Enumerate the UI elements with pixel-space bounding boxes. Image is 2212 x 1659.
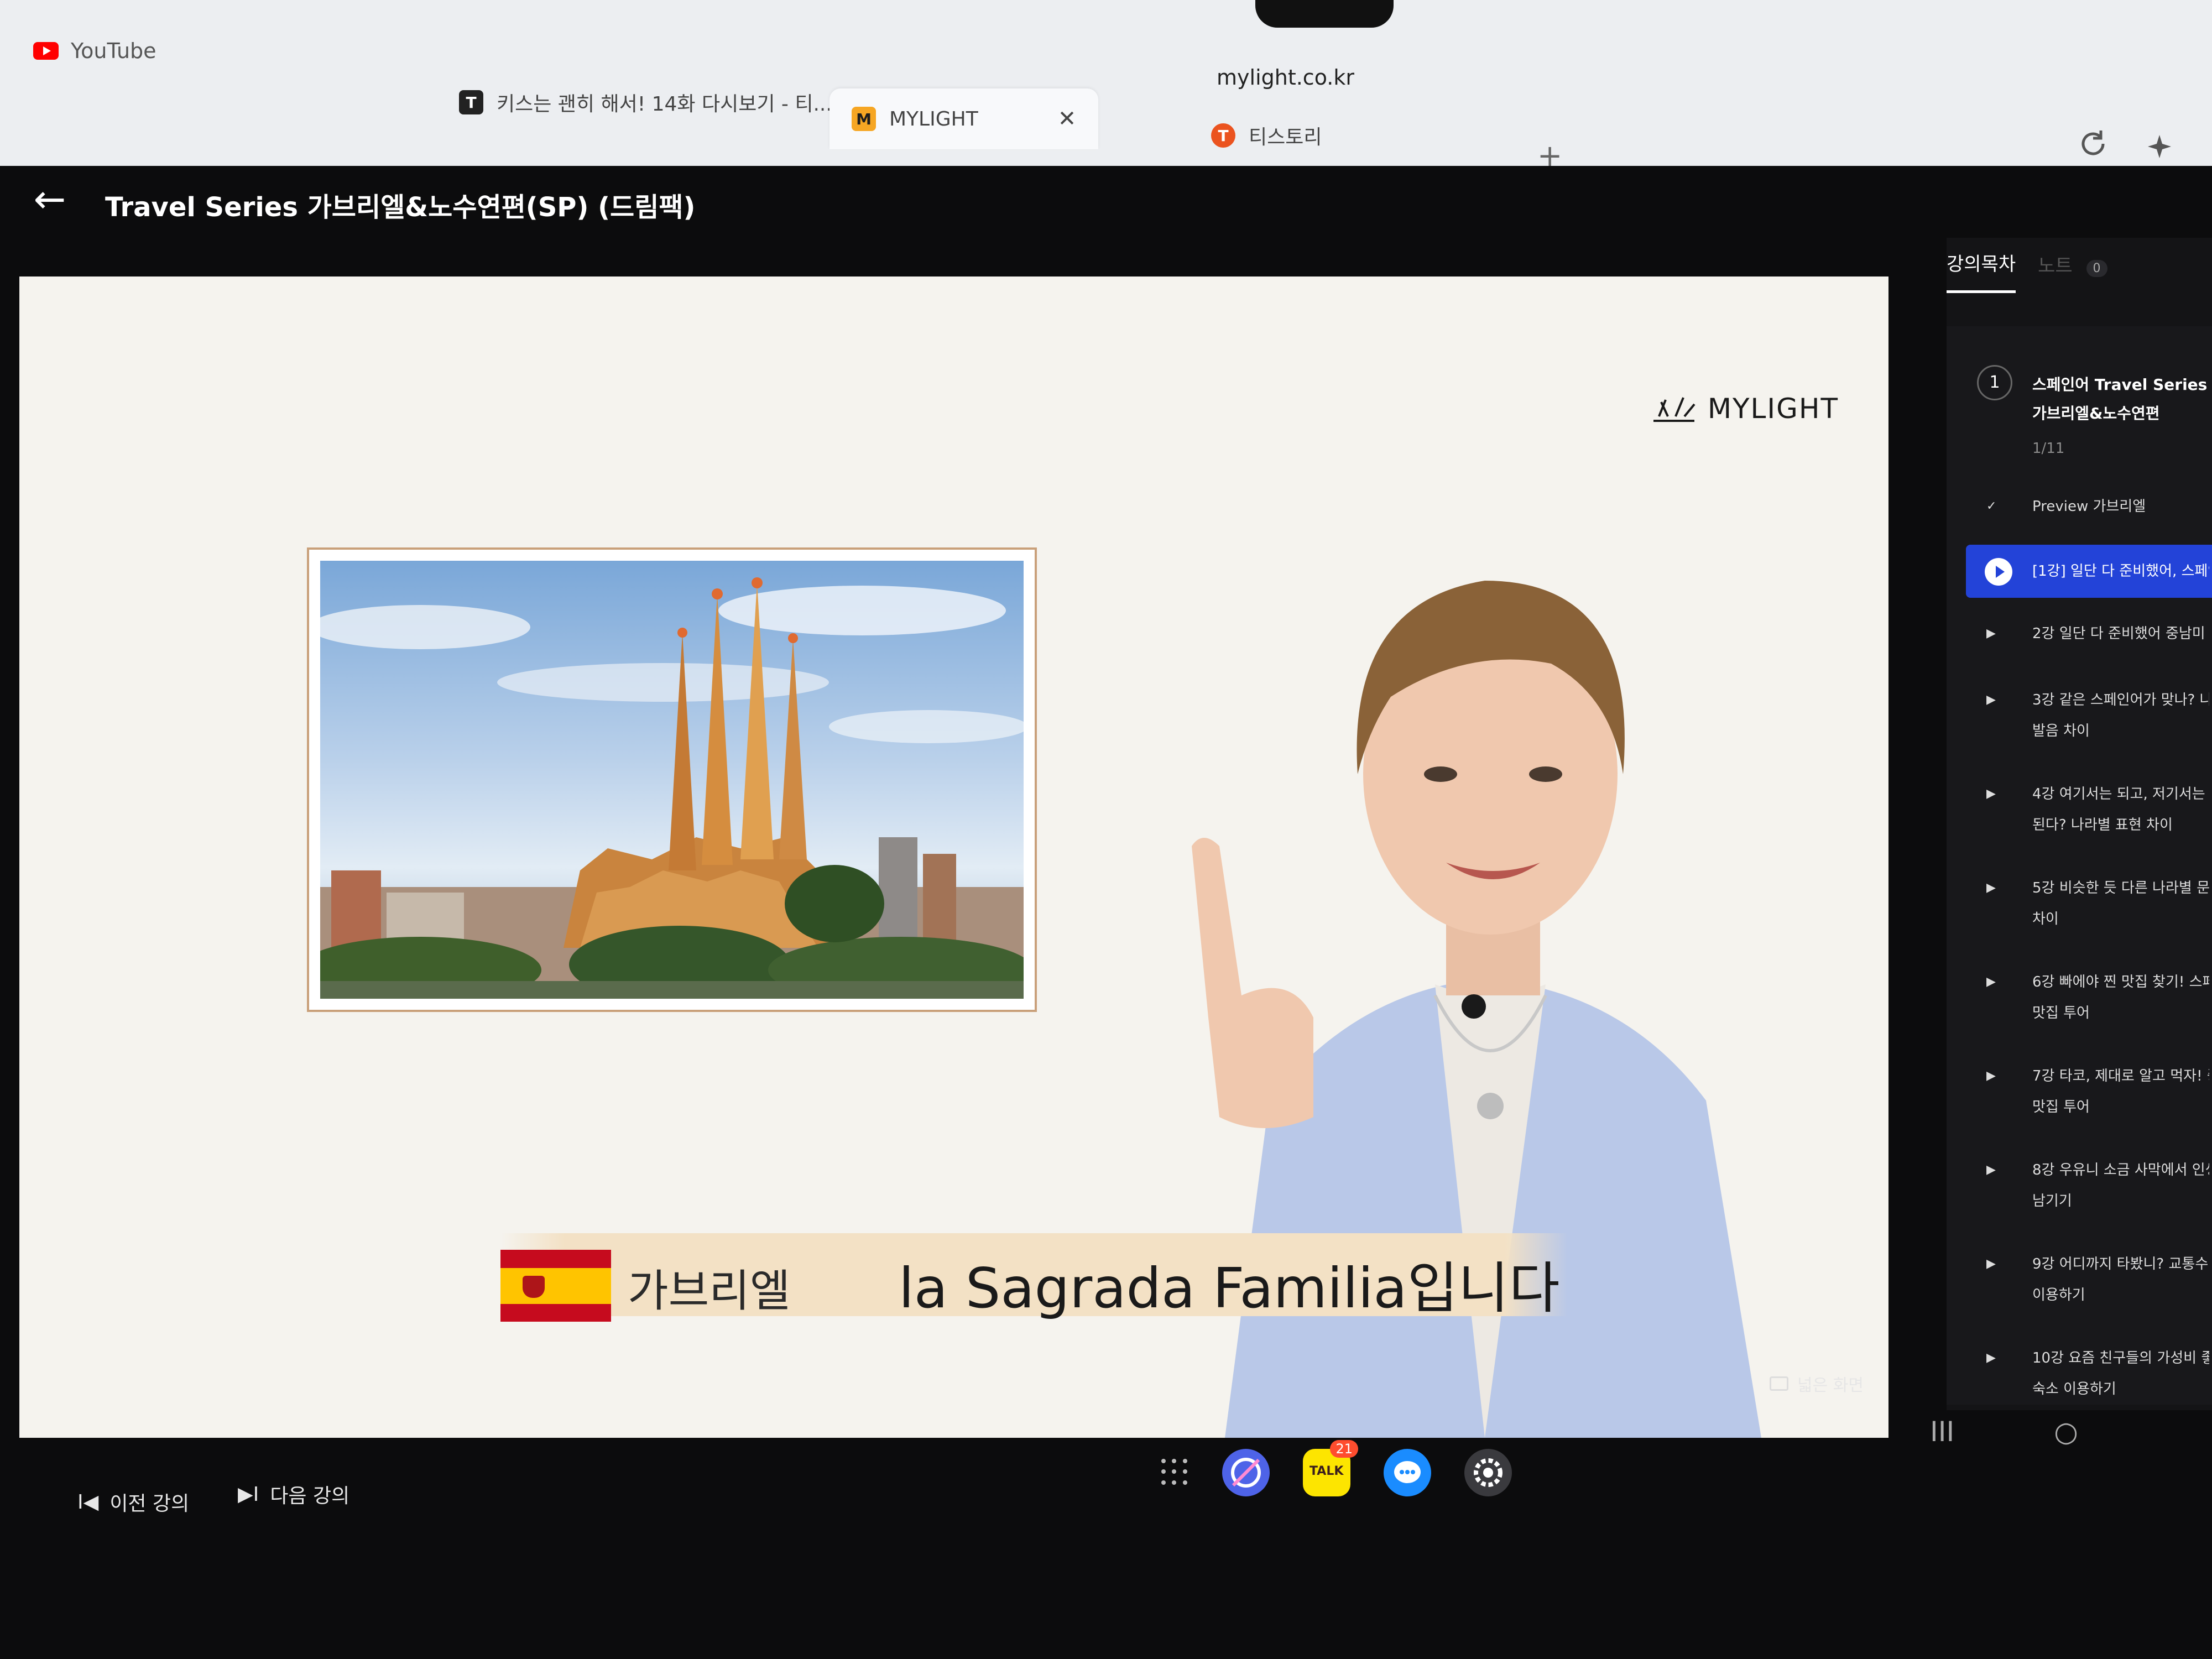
lesson-title: [1강] 일단 다 준비했어, 스페인으로 출발!: [2032, 563, 2209, 580]
check-icon: ✓: [1986, 499, 1997, 513]
subtitle-caption: 가브리엘 la Sagrada Familia입니다: [500, 1233, 1568, 1322]
spain-flag-icon: [500, 1250, 611, 1322]
mylight-logo: MYLIGHT: [1651, 393, 1839, 425]
play-arrow-icon: ▶: [1986, 881, 1996, 895]
play-icon: [1985, 558, 2012, 586]
previous-lesson-label: 이전 강의: [109, 1493, 190, 1515]
sagrada-familia-image: [320, 577, 1024, 999]
lesson-title: 2강 일단 다 준비했어 중남미 편: [2032, 625, 2209, 642]
lesson-title-line2: 이용하기: [2032, 1287, 2085, 1303]
lesson-title-line2: 된다? 나라별 표현 차이: [2032, 817, 2173, 833]
previous-lesson-button[interactable]: I◀ 이전 강의: [77, 1488, 189, 1516]
caption-speaker-name: 가브리엘: [628, 1265, 791, 1317]
section-title[interactable]: 스페인어 Travel Series 가브리엘&노수연편: [2032, 371, 2212, 428]
sparkle-icon[interactable]: [2146, 133, 2173, 160]
tistory-favicon-icon: T: [1211, 123, 1235, 148]
previous-icon: I◀: [77, 1490, 99, 1514]
lesson-title-line2: 차이: [2032, 911, 2059, 927]
notes-count-badge: 0: [2086, 259, 2107, 277]
youtube-icon: [33, 42, 59, 60]
play-arrow-icon: ▶: [1986, 1069, 1996, 1083]
tab-mylight[interactable]: M MYLIGHT ✕: [830, 88, 1099, 149]
next-icon: ▶I: [238, 1483, 259, 1506]
tab-notes-label: 노트: [2038, 254, 2073, 277]
internet-browser-icon[interactable]: [1222, 1449, 1270, 1496]
section-progress: 1/11: [2032, 440, 2065, 457]
tab-label: 키스는 괜히 해서! 14화 다시보기 - 티...: [497, 93, 832, 116]
video-player[interactable]: MYLIGHT 가브리엘 la Sagrada Familia입니다: [19, 276, 1888, 1438]
lesson-title: 4강 여기서는 되고, 저기서는 안: [2032, 786, 2209, 802]
logo-text: MYLIGHT: [1707, 393, 1839, 425]
widescreen-icon: [1770, 1376, 1788, 1391]
camera-notch: [1255, 0, 1394, 28]
back-arrow-icon[interactable]: ←: [28, 177, 72, 221]
sidebar-tabs: 강의목차 노트 0: [1947, 249, 2107, 293]
lesson-title: 9강 어디까지 타봤니? 교통수단: [2032, 1256, 2209, 1272]
sagrada-familia-photo: [307, 547, 1037, 1012]
lesson-title: 10강 요즘 친구들의 가성비 좋은: [2032, 1350, 2209, 1366]
close-tab-icon[interactable]: ✕: [1058, 106, 1077, 132]
lesson-title: 5강 비슷한 듯 다른 나라별 문화: [2032, 880, 2209, 896]
tab-label: 티스토리: [1249, 126, 1322, 149]
play-arrow-icon: ▶: [1986, 1351, 1996, 1365]
lesson-item-active[interactable]: [1강] 일단 다 준비했어, 스페인으로 출발!: [1966, 545, 2212, 598]
taskbar-dock: TALK 21: [1161, 1440, 1512, 1496]
course-title: Travel Series 가브리엘&노수연편(SP) (드림팩): [105, 192, 696, 223]
lesson-title-line2: 숙소 이용하기: [2032, 1381, 2116, 1397]
play-arrow-icon: ▶: [1986, 627, 1996, 640]
bookmark-youtube[interactable]: YouTube: [33, 39, 156, 63]
lesson-title: Preview 가브리엘: [2032, 498, 2146, 515]
kakaotalk-label: TALK: [1310, 1464, 1344, 1478]
mylight-logo-icon: [1653, 397, 1695, 422]
new-tab-button[interactable]: +: [1537, 138, 1562, 173]
reload-icon[interactable]: [2077, 127, 2110, 160]
lesson-title: 3강 같은 스페인어가 맞나? 나라별: [2032, 692, 2209, 708]
play-arrow-icon: ▶: [1986, 1257, 1996, 1271]
next-lesson-button[interactable]: ▶I 다음 강의: [238, 1480, 349, 1509]
lesson-title-line2: 발음 차이: [2032, 723, 2090, 739]
play-arrow-icon: ▶: [1986, 1163, 1996, 1177]
bookmark-label: YouTube: [71, 39, 156, 63]
home-button[interactable]: ○: [2054, 1416, 2078, 1448]
app-drawer-icon[interactable]: [1161, 1459, 1189, 1486]
lesson-title: 7강 타코, 제대로 알고 먹자! 중남: [2032, 1068, 2209, 1084]
tab-kiss[interactable]: T 키스는 괜히 해서! 14화 다시보기 - 티...: [459, 72, 832, 133]
browser-tabs: T 키스는 괜히 해서! 14화 다시보기 - 티... M MYLIGHT ✕…: [442, 72, 2184, 149]
widescreen-label: 넓은 화면: [1797, 1376, 1864, 1395]
settings-gear-icon[interactable]: [1464, 1449, 1512, 1496]
tab-tistory[interactable]: T 티스토리: [1211, 105, 1322, 166]
lesson-title-line2: 맛집 투어: [2032, 1099, 2090, 1115]
kakaotalk-icon[interactable]: TALK 21: [1303, 1440, 1358, 1496]
lesson-title-line2: 맛집 투어: [2032, 1005, 2090, 1021]
system-navigation: III ○: [1930, 1416, 2078, 1448]
recents-button[interactable]: III: [1930, 1416, 1954, 1448]
tving-favicon-icon: T: [459, 90, 483, 114]
lesson-title: 8강 우유니 소금 사막에서 인생샷: [2032, 1162, 2209, 1178]
section-number: 1: [1977, 365, 2012, 400]
tab-curriculum[interactable]: 강의목차: [1947, 249, 2016, 293]
tab-notes[interactable]: 노트 0: [2038, 251, 2107, 292]
messages-icon[interactable]: [1384, 1449, 1431, 1496]
lesson-title: 6강 빠에야 찐 맛집 찾기! 스페인: [2032, 974, 2209, 990]
notification-badge: 21: [1330, 1440, 1358, 1458]
widescreen-button[interactable]: 넓은 화면: [1770, 1371, 1864, 1396]
play-arrow-icon: ▶: [1986, 975, 1996, 989]
play-arrow-icon: ▶: [1986, 787, 1996, 801]
play-arrow-icon: ▶: [1986, 693, 1996, 707]
lesson-title-line2: 남기기: [2032, 1193, 2072, 1209]
curriculum-section: 1 스페인어 Travel Series 가브리엘&노수연편 1/11 ✓ Pr…: [1947, 326, 2212, 1405]
caption-text: la Sagrada Familia입니다: [899, 1256, 1560, 1321]
next-lesson-label: 다음 강의: [270, 1485, 350, 1507]
tab-label: MYLIGHT: [889, 107, 978, 131]
mylight-favicon-icon: M: [852, 107, 876, 131]
